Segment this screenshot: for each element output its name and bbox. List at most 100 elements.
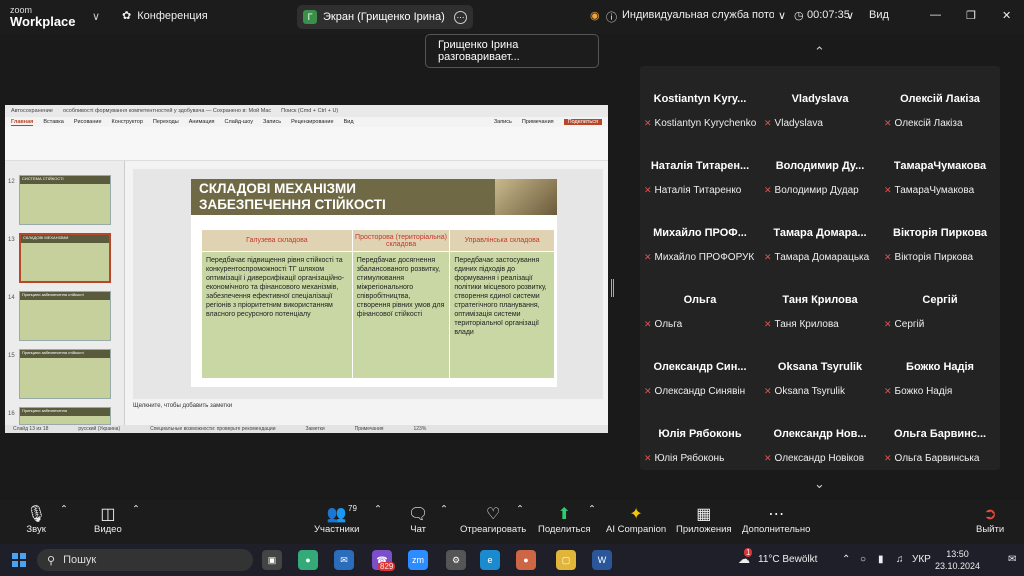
thumb-number: 14 xyxy=(8,295,15,301)
splitter-handle[interactable] xyxy=(611,279,614,297)
ai-companion-button[interactable]: ✦ AI Companion xyxy=(606,504,666,535)
participant-tile[interactable]: Oksana Tsyrulik ✕ Oksana Tsyrulik xyxy=(760,334,880,401)
restore-icon[interactable]: ❐ xyxy=(966,9,976,22)
shield-icon[interactable]: ◉ xyxy=(590,9,600,22)
video-button[interactable]: ◫ Видео xyxy=(94,504,122,535)
zoom-taskbar-icon[interactable]: zm xyxy=(408,550,428,570)
comments-button[interactable]: Примечания xyxy=(522,119,554,125)
participant-name: Михайло ПРОФОРУК xyxy=(654,252,755,263)
participant-tile[interactable]: Михайло ПРОФ... ✕ Михайло ПРОФОРУК xyxy=(640,200,760,267)
participant-tile[interactable]: Володимир Ду... ✕ Володимир Дудар xyxy=(760,133,880,200)
tab-slideshow[interactable]: Слайд-шоу xyxy=(225,119,254,125)
chevron-up-icon[interactable]: ⌃ xyxy=(588,504,596,515)
tab-review[interactable]: Рецензирование xyxy=(291,119,333,125)
app-icon[interactable]: ● xyxy=(516,550,536,570)
ppt-share-button[interactable]: Поделиться xyxy=(563,119,602,125)
meeting-info[interactable]: ✿ Конференция xyxy=(122,9,208,23)
chevron-up-icon[interactable]: ⌃ xyxy=(374,504,382,515)
task-view-icon[interactable]: ▣ xyxy=(262,550,282,570)
tab-transitions[interactable]: Переходы xyxy=(153,119,179,125)
accessibility-status[interactable]: Специальные возможности: проверьте реком… xyxy=(150,426,275,432)
participant-tile[interactable]: Vladyslava ✕ Vladyslava xyxy=(760,66,880,133)
participant-name-label: ✕ Ольга xyxy=(644,319,682,330)
slide-thumbnail[interactable]: Принципи забезпечення xyxy=(19,407,111,425)
taskbar-search[interactable]: ⚲ Пошук xyxy=(37,549,253,571)
participant-tile[interactable]: Сергій ✕ Сергій xyxy=(880,267,1000,334)
participant-tile[interactable]: Тамара Домара... ✕ Тамара Домарацька xyxy=(760,200,880,267)
participant-tile[interactable]: Ольга Барвинс... ✕ Ольга Барвинська xyxy=(880,401,1000,468)
more-options-icon[interactable]: ⋯ xyxy=(454,10,467,24)
comments-toggle[interactable]: Примечания xyxy=(355,426,384,432)
notes-placeholder[interactable]: Щелкните, чтобы добавить заметки xyxy=(133,403,232,409)
chevron-down-icon[interactable]: ⌄ xyxy=(814,476,825,492)
battery-icon[interactable]: ▮ xyxy=(878,554,884,565)
slide-thumbnail[interactable]: Принципи забезпечення стійкості xyxy=(19,349,111,399)
screen-share-pill[interactable]: Г Экран (Грищенко Ірина) ⋯ xyxy=(297,5,473,29)
chevron-down-icon[interactable]: ∨ xyxy=(846,9,854,22)
participant-tile[interactable]: Олексій Лакіза ✕ Олексій Лакіза xyxy=(880,66,1000,133)
chevron-down-icon[interactable]: ∨ xyxy=(778,9,786,22)
ppt-search[interactable]: Поиск (Cmd + Ctrl + U) xyxy=(281,108,338,114)
zoom-level[interactable]: 123% xyxy=(413,426,426,432)
participant-tile[interactable]: Таня Крилова ✕ Таня Крилова xyxy=(760,267,880,334)
leave-button[interactable]: ➲ Выйти xyxy=(976,504,1004,535)
audio-button[interactable]: 🎙 Звук xyxy=(26,504,46,535)
chevron-up-icon[interactable]: ⌃ xyxy=(440,504,448,515)
clock[interactable]: 13:50 23.10.2024 xyxy=(935,548,980,572)
slide-thumbnail-selected[interactable]: СКЛАДОВІ МЕХАНІЗМИ xyxy=(19,233,111,283)
autosave-label[interactable]: Автосохранение xyxy=(11,108,53,114)
view-button[interactable]: Вид xyxy=(869,9,889,21)
chevron-up-icon[interactable]: ⌃ xyxy=(814,44,825,60)
windows-start-icon[interactable] xyxy=(12,553,26,567)
mail-icon[interactable]: ✉ xyxy=(334,550,354,570)
participant-tile[interactable]: Вікторія Пиркова ✕ Вікторія Пиркова xyxy=(880,200,1000,267)
tab-view[interactable]: Вид xyxy=(344,119,354,125)
info-icon[interactable]: ⓘ xyxy=(606,9,617,25)
tab-record[interactable]: Запись xyxy=(263,119,281,125)
tab-animation[interactable]: Анимация xyxy=(189,119,215,125)
weather-text[interactable]: 11°C Bewölkt xyxy=(758,554,817,565)
participant-tile[interactable]: Олександр Син... ✕ Олександр Синявін xyxy=(640,334,760,401)
participants-button[interactable]: 👥 79 Участники xyxy=(314,504,359,535)
chat-button[interactable]: 🗨 Чат xyxy=(408,504,428,535)
chrome-icon[interactable]: ● xyxy=(298,550,318,570)
participant-tile[interactable]: Наталія Титарен... ✕ Наталія Титаренко xyxy=(640,133,760,200)
minimize-icon[interactable]: — xyxy=(930,9,941,21)
language-indicator[interactable]: УКР xyxy=(912,554,931,565)
participant-name-label: ✕ Володимир Дудар xyxy=(764,185,859,196)
record-button[interactable]: Запись xyxy=(494,119,512,125)
network-icon[interactable]: ○ xyxy=(860,554,866,565)
word-icon[interactable]: W xyxy=(592,550,612,570)
participant-tile[interactable]: Kostiantyn Kyry... ✕ Kostiantyn Kyrychenko xyxy=(640,66,760,133)
more-button[interactable]: ⋯ Дополнительно xyxy=(742,504,810,535)
tab-home[interactable]: Главная xyxy=(11,119,34,126)
volume-icon[interactable]: ♫ xyxy=(896,554,904,565)
participant-display-name: ТамараЧумакова xyxy=(893,160,987,172)
close-icon[interactable]: ✕ xyxy=(1002,9,1011,22)
share-button[interactable]: ⬆ Поделиться xyxy=(538,504,590,535)
chevron-up-icon[interactable]: ⌃ xyxy=(842,554,850,565)
current-slide[interactable]: СКЛАДОВІ МЕХАНІЗМИ ЗАБЕЗПЕЧЕННЯ СТІЙКОСТ… xyxy=(191,179,557,387)
apps-button[interactable]: ▦ Приложения xyxy=(676,504,732,535)
edge-icon[interactable]: e xyxy=(480,550,500,570)
participant-tile[interactable]: Ольга ✕ Ольга xyxy=(640,267,760,334)
chevron-up-icon[interactable]: ⌃ xyxy=(60,504,68,515)
participant-tile[interactable]: ТамараЧумакова ✕ ТамараЧумакова xyxy=(880,133,1000,200)
language-status[interactable]: русский (Украина) xyxy=(78,426,120,432)
participant-tile[interactable]: Божко Надія ✕ Божко Надія xyxy=(880,334,1000,401)
chevron-down-icon[interactable]: ∨ xyxy=(92,10,100,23)
chevron-up-icon[interactable]: ⌃ xyxy=(516,504,524,515)
tab-insert[interactable]: Вставка xyxy=(43,119,63,125)
notes-toggle[interactable]: Заметки xyxy=(305,426,324,432)
tab-design[interactable]: Конструктор xyxy=(112,119,143,125)
settings-icon[interactable]: ⚙ xyxy=(446,550,466,570)
participant-tile[interactable]: Олександр Нов... ✕ Олександр Новіков xyxy=(760,401,880,468)
chevron-up-icon[interactable]: ⌃ xyxy=(132,504,140,515)
streaming-service-label[interactable]: Индивидуальная служба потоково... xyxy=(622,9,774,21)
participant-tile[interactable]: Юлія Рябоконь ✕ Юлія Рябоконь xyxy=(640,401,760,468)
notifications-icon[interactable]: ✉ xyxy=(1008,554,1016,565)
slide-thumbnail[interactable]: Принципи забезпечення стійкості xyxy=(19,291,111,341)
slide-thumbnail[interactable]: СИСТЕМА СТІЙКОСТІ xyxy=(19,175,111,225)
tab-draw[interactable]: Рисование xyxy=(74,119,102,125)
folder-icon[interactable]: ▢ xyxy=(556,550,576,570)
